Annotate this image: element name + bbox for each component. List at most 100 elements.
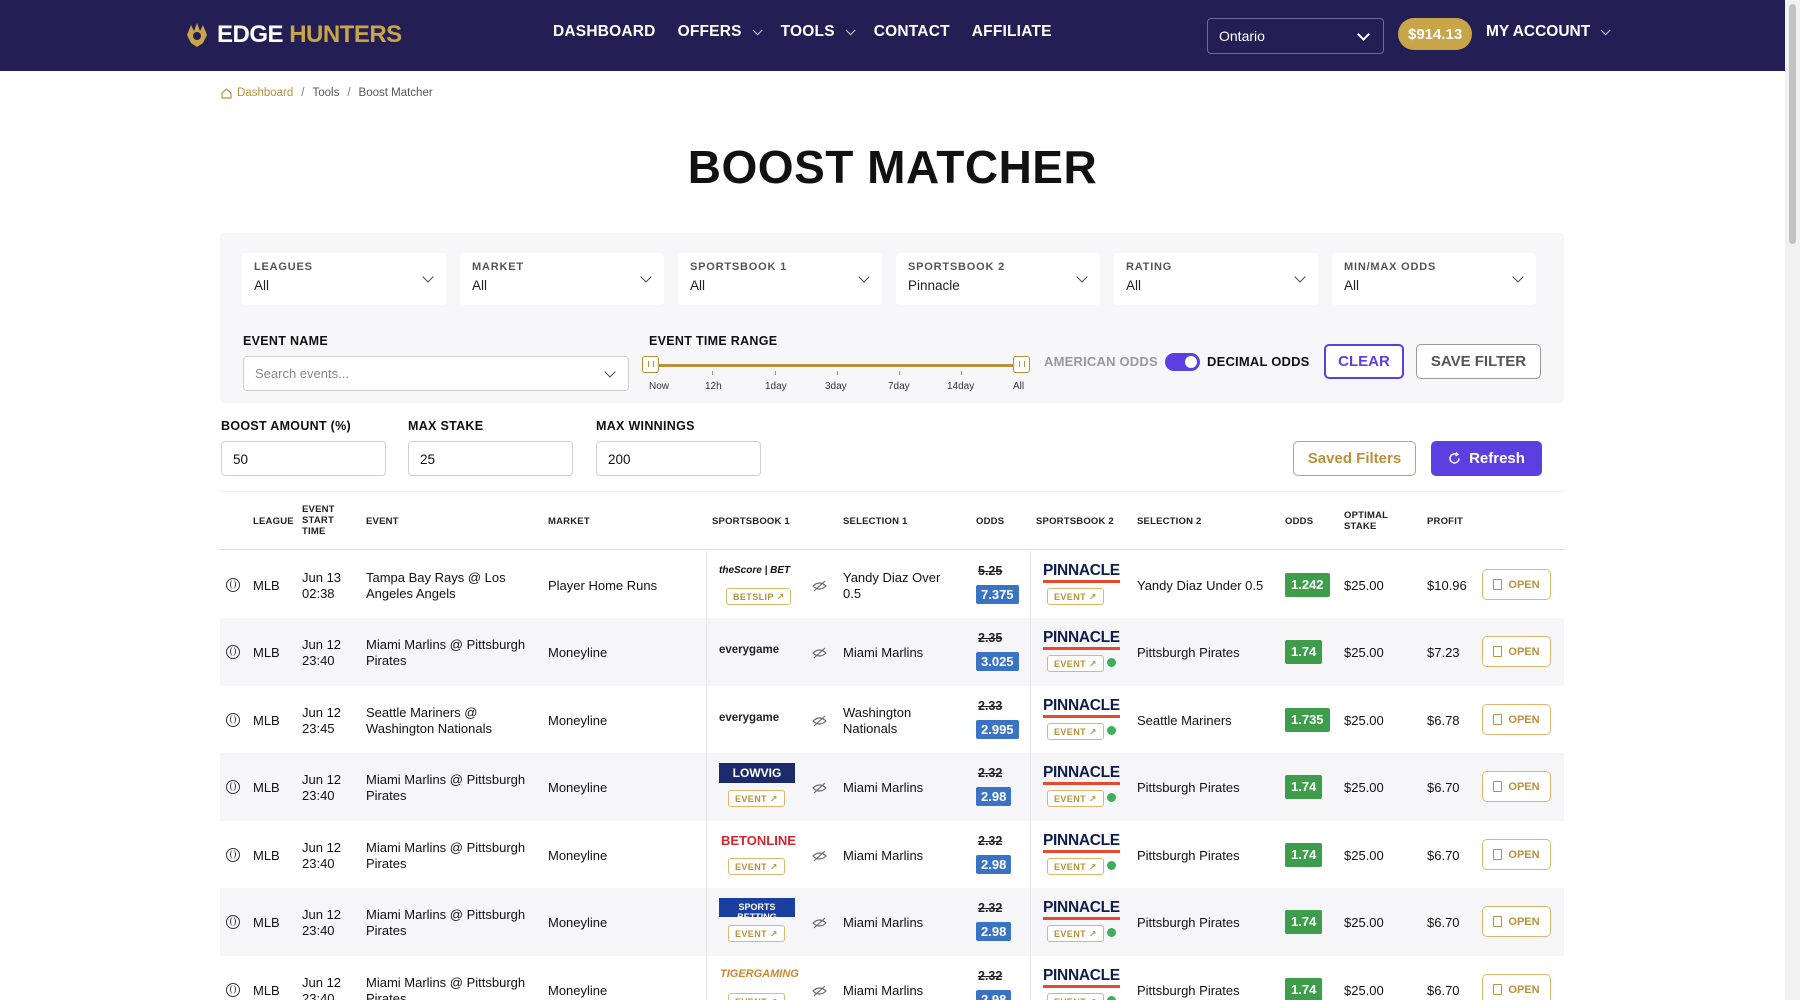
event-cell-line2: Pirates [366, 991, 407, 1000]
baseball-icon [226, 780, 240, 794]
nav-offers[interactable]: OFFERS [678, 23, 763, 41]
breadcrumb: Dashboard / Tools / Boost Matcher [221, 87, 433, 99]
baseball-icon [226, 848, 240, 862]
document-icon [1493, 579, 1503, 590]
nav-affiliate[interactable]: AFFILIATE [972, 23, 1052, 41]
my-account-menu[interactable]: MY ACCOUNT [1486, 23, 1611, 41]
eye-off-icon[interactable] [812, 715, 827, 727]
clear-button[interactable]: CLEAR [1324, 344, 1404, 379]
chevron-down-icon [845, 24, 856, 35]
edge-hunters-logo[interactable]: EDGE HUNTERS [183, 18, 402, 52]
event-link-button[interactable]: EVENT ↗ [728, 925, 785, 942]
th-odds1[interactable]: ODDS [976, 516, 1004, 527]
table-header: LEAGUE EVENT START TIME EVENT MARKET SPO… [220, 491, 1564, 550]
event-link-button[interactable]: EVENT ↗ [1047, 655, 1104, 672]
sportsbook2-label: SPORTSBOOK 2 [908, 261, 1006, 273]
th-selection1[interactable]: SELECTION 1 [843, 516, 908, 527]
table-row: MLB Jun 12 23:40 Miami Marlins @ Pittsburgh… [220, 888, 1564, 956]
baseball-icon [226, 713, 240, 727]
breadcrumb-tools[interactable]: Tools [312, 87, 339, 99]
eye-off-icon[interactable] [812, 850, 827, 862]
save-filter-button[interactable]: SAVE FILTER [1416, 344, 1541, 379]
document-icon [1493, 714, 1503, 725]
eye-off-icon[interactable] [812, 985, 827, 997]
open-button[interactable]: OPEN [1482, 906, 1551, 937]
event-link-button[interactable]: EVENT ↗ [728, 858, 785, 875]
minmax-odds-dropdown[interactable]: MIN/MAX ODDS All [1332, 253, 1536, 305]
open-button[interactable]: OPEN [1482, 569, 1551, 600]
nav-contact[interactable]: CONTACT [874, 23, 950, 41]
event-cell-line2: Angeles Angels [366, 586, 456, 601]
chevron-down-icon [1600, 24, 1611, 35]
selection1-line1: Yandy Diaz Over [843, 570, 941, 585]
event-link-button[interactable]: EVENT ↗ [1047, 588, 1104, 605]
th-start-3: TIME [302, 526, 326, 537]
event-link-button[interactable]: EVENT ↗ [1047, 993, 1104, 1000]
time-range-slider[interactable] [650, 364, 1022, 367]
eye-off-icon[interactable] [812, 917, 827, 929]
th-sportsbook1[interactable]: SPORTSBOOK 1 [712, 516, 790, 527]
event-link-button[interactable]: EVENT ↗ [1047, 925, 1104, 942]
th-selection2[interactable]: SELECTION 2 [1137, 516, 1202, 527]
scroll-thumb[interactable] [1789, 4, 1796, 244]
table-row: MLB Jun 12 23:40 Miami Marlins @ Pittsburgh… [220, 956, 1564, 1000]
logo-word-hunters: HUNTERS [289, 21, 402, 48]
open-button[interactable]: OPEN [1482, 636, 1551, 667]
boost-amount-input[interactable]: 50 [221, 441, 386, 476]
league-cell: MLB [253, 983, 280, 998]
eye-off-icon[interactable] [812, 580, 827, 592]
eye-off-icon[interactable] [812, 647, 827, 659]
th-market[interactable]: MARKET [548, 516, 590, 527]
max-stake-input[interactable]: 25 [408, 441, 573, 476]
sportsbook2-dropdown[interactable]: SPORTSBOOK 2 Pinnacle [896, 253, 1100, 305]
breadcrumb-dashboard[interactable]: Dashboard [221, 87, 293, 99]
event-link-button[interactable]: EVENT ↗ [1047, 858, 1104, 875]
eye-off-icon[interactable] [812, 782, 827, 794]
hedge-odds: 1.735 [1285, 708, 1330, 732]
event-link-button[interactable]: EVENT ↗ [1047, 790, 1104, 807]
boosted-odds: 2.98 [976, 922, 1012, 941]
event-link-button[interactable]: EVENT ↗ [1047, 723, 1104, 740]
betslip-button[interactable]: BETSLIP ↗ [726, 588, 792, 605]
slider-handle-end[interactable] [1013, 356, 1030, 373]
slider-handle-start[interactable] [642, 356, 659, 373]
selection1-line2: Nationals [843, 721, 898, 736]
event-link-button[interactable]: EVENT ↗ [728, 790, 785, 807]
leagues-dropdown[interactable]: LEAGUES All [242, 253, 446, 305]
sportsbook1-logo: BETONLINE [721, 833, 796, 848]
rating-dropdown[interactable]: RATING All [1114, 253, 1318, 305]
th-event[interactable]: EVENT [366, 516, 399, 527]
th-profit[interactable]: PROFIT [1427, 516, 1463, 527]
time-cell: 23:40 [302, 856, 335, 871]
sportsbook1-label: SPORTSBOOK 1 [690, 261, 788, 273]
market-dropdown[interactable]: MARKET All [460, 253, 664, 305]
chevron-down-icon [752, 24, 763, 35]
event-link-button[interactable]: EVENT ↗ [728, 993, 785, 1000]
region-select[interactable]: Ontario [1207, 18, 1384, 54]
open-button[interactable]: OPEN [1482, 974, 1551, 1000]
max-winnings-input[interactable]: 200 [596, 441, 761, 476]
saved-filters-button[interactable]: Saved Filters [1293, 441, 1416, 476]
sportsbook1-dropdown[interactable]: SPORTSBOOK 1 All [678, 253, 882, 305]
open-button[interactable]: OPEN [1482, 704, 1551, 735]
page-scrollbar[interactable] [1785, 0, 1800, 1000]
slider-tick [837, 371, 838, 375]
profit-cell: $10.96 [1427, 578, 1467, 593]
hedge-odds: 1.242 [1285, 573, 1330, 597]
th-league[interactable]: LEAGUE [253, 516, 294, 527]
nav-tools[interactable]: TOOLS [781, 23, 856, 41]
selection2-cell: Pittsburgh Pirates [1137, 915, 1240, 930]
th-sportsbook2[interactable]: SPORTSBOOK 2 [1036, 516, 1114, 527]
open-button[interactable]: OPEN [1482, 839, 1551, 870]
odds-format-toggle[interactable] [1165, 353, 1200, 371]
open-button[interactable]: OPEN [1482, 771, 1551, 802]
balance-badge[interactable]: $914.13 [1398, 18, 1473, 50]
th-start-1[interactable]: EVENT [302, 504, 335, 515]
event-search-input[interactable]: Search events... [243, 356, 629, 391]
th-odds2[interactable]: ODDS [1285, 516, 1313, 527]
th-optimal-stake-1[interactable]: OPTIMAL [1344, 510, 1388, 521]
refresh-button[interactable]: Refresh [1431, 441, 1542, 476]
stake-cell: $25.00 [1344, 645, 1384, 660]
nav-dashboard[interactable]: DASHBOARD [553, 23, 656, 41]
stake-cell: $25.00 [1344, 983, 1384, 998]
